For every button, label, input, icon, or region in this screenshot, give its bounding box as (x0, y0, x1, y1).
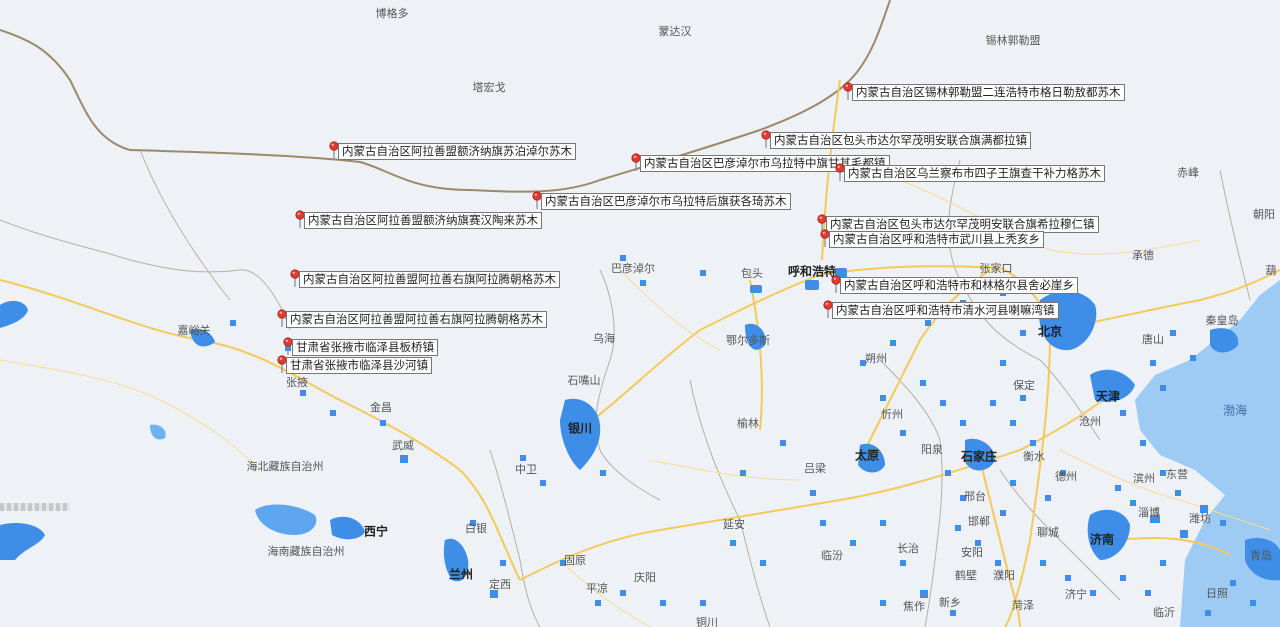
marker-label[interactable]: 内蒙古自治区阿拉善盟额济纳旗赛汉陶来苏木 (304, 212, 542, 229)
city-label: 濮阳 (993, 569, 1015, 582)
city-label: 焦作 (903, 600, 925, 613)
blurred-label (0, 503, 70, 511)
city-label: 忻州 (881, 408, 903, 421)
city-label: 邢台 (964, 490, 986, 503)
marker-label[interactable]: 甘肃省张掖市临泽县沙河镇 (286, 357, 432, 374)
city-label: 中卫 (515, 463, 537, 476)
city-label: 东营 (1166, 468, 1188, 481)
sea-label: 渤海 (1222, 403, 1248, 418)
city-label: 张家口 (979, 262, 1013, 275)
qinghai-lake (255, 504, 317, 535)
city-label: 银川 (567, 421, 593, 436)
city-label: 菏泽 (1012, 599, 1034, 612)
marker-label[interactable]: 内蒙古自治区呼和浩特市和林格尔县舍必崖乡 (840, 277, 1078, 294)
marker-label[interactable]: 内蒙古自治区阿拉善盟阿拉善右旗阿拉腾朝格苏木 (286, 311, 547, 328)
city-label: 滨州 (1133, 472, 1155, 485)
city-label: 济南 (1089, 532, 1115, 547)
city-label: 临沂 (1153, 606, 1175, 619)
city-label: 铜川 (696, 616, 718, 627)
city-label: 呼和浩特 (787, 264, 837, 279)
city-label: 安阳 (961, 546, 983, 559)
marker-label[interactable]: 内蒙古自治区呼和浩特市清水河县喇嘛湾镇 (832, 302, 1059, 319)
city-label: 固原 (564, 554, 586, 567)
city-label: 包头 (741, 267, 763, 280)
city-label: 延安 (723, 518, 745, 531)
city-label: 吕梁 (804, 462, 826, 475)
marker-label[interactable]: 内蒙古自治区巴彦淖尔市乌拉特后旗获各琦苏木 (541, 193, 791, 210)
city-label: 承德 (1132, 249, 1154, 262)
map-canvas[interactable]: 博格多蒙达汉锡林郭勒盟塔宏戈赤峰朝阳承德张家口 巴彦淖尔 包头 呼和浩特嘉峪关乌海 鄂尔… (0, 0, 1280, 627)
city-label: 长治 (897, 542, 919, 555)
city-label: 武威 (392, 439, 414, 452)
city-label: 保定 (1013, 379, 1035, 392)
marker-label[interactable]: 甘肃省张掖市临泽县板桥镇 (292, 339, 438, 356)
city-label: 平凉 (586, 582, 608, 595)
city-label: 青岛 (1250, 549, 1272, 562)
city-label: 沧州 (1079, 415, 1101, 428)
marker-label[interactable]: 内蒙古自治区锡林郭勒盟二连浩特市格日勒敖都苏木 (852, 84, 1125, 101)
city-label: 金昌 (370, 401, 392, 414)
city-label: 唐山 (1142, 333, 1164, 346)
city-label: 北京 (1037, 324, 1063, 339)
marker-label[interactable]: 内蒙古自治区呼和浩特市武川县上秃亥乡 (829, 231, 1044, 248)
city-label: 阳泉 (921, 443, 943, 456)
city-label: 塔宏戈 (472, 81, 506, 94)
city-label: 庆阳 (634, 571, 656, 584)
city-label: 石家庄 (960, 449, 998, 464)
city-label: 海北藏族自治州 (246, 460, 324, 473)
city-label: 新乡 (939, 596, 961, 609)
city-label: 嘉峪关 (177, 324, 211, 337)
city-label: 秦皇岛 (1205, 314, 1239, 327)
city-label: 兰州 (448, 567, 474, 582)
city-label: 张掖 (286, 376, 308, 389)
city-label: 潍坊 (1189, 512, 1211, 525)
city-label: 海南藏族自治州 (267, 545, 345, 558)
city-label: 衡水 (1023, 450, 1045, 463)
city-label: 德州 (1055, 470, 1077, 483)
city-label: 西宁 (363, 524, 389, 539)
city-label: 日照 (1206, 587, 1228, 600)
city-label: 聊城 (1037, 526, 1059, 539)
marker-label[interactable]: 内蒙古自治区阿拉善盟额济纳旗苏泊淖尔苏木 (338, 143, 576, 160)
city-label: 天津 (1095, 389, 1121, 404)
city-label: 太原 (854, 448, 880, 463)
city-label: 淄博 (1138, 506, 1160, 519)
city-label: 朝阳 (1253, 208, 1275, 221)
city-label: 赤峰 (1177, 166, 1199, 179)
city-label: 巴彦淖尔 (611, 262, 655, 275)
city-label: 鹤壁 (955, 569, 977, 582)
city-label: 蒙达汉 (658, 25, 692, 38)
city-label: 鄂尔多斯 (726, 334, 770, 347)
marker-label[interactable]: 内蒙古自治区乌兰察布市四子王旗查干补力格苏木 (844, 165, 1105, 182)
city-label: 石嘴山 (567, 374, 601, 387)
city-label: 朔州 (865, 352, 887, 365)
city-label: 乌海 (593, 332, 615, 345)
city-label: 葫 (1265, 264, 1277, 277)
city-label: 博格多 (375, 7, 409, 20)
city-label: 锡林郭勒盟 (985, 34, 1041, 47)
city-label: 邯郸 (968, 515, 990, 528)
city-label: 临汾 (821, 549, 843, 562)
city-label: 济宁 (1065, 588, 1087, 601)
city-label: 榆林 (737, 417, 759, 430)
marker-label[interactable]: 内蒙古自治区阿拉善盟阿拉善右旗阿拉腾朝格苏木 (299, 271, 560, 288)
marker-label[interactable]: 内蒙古自治区包头市达尔罕茂明安联合旗满都拉镇 (770, 132, 1031, 149)
city-label: 白银 (465, 522, 487, 535)
city-label: 定西 (489, 578, 511, 591)
